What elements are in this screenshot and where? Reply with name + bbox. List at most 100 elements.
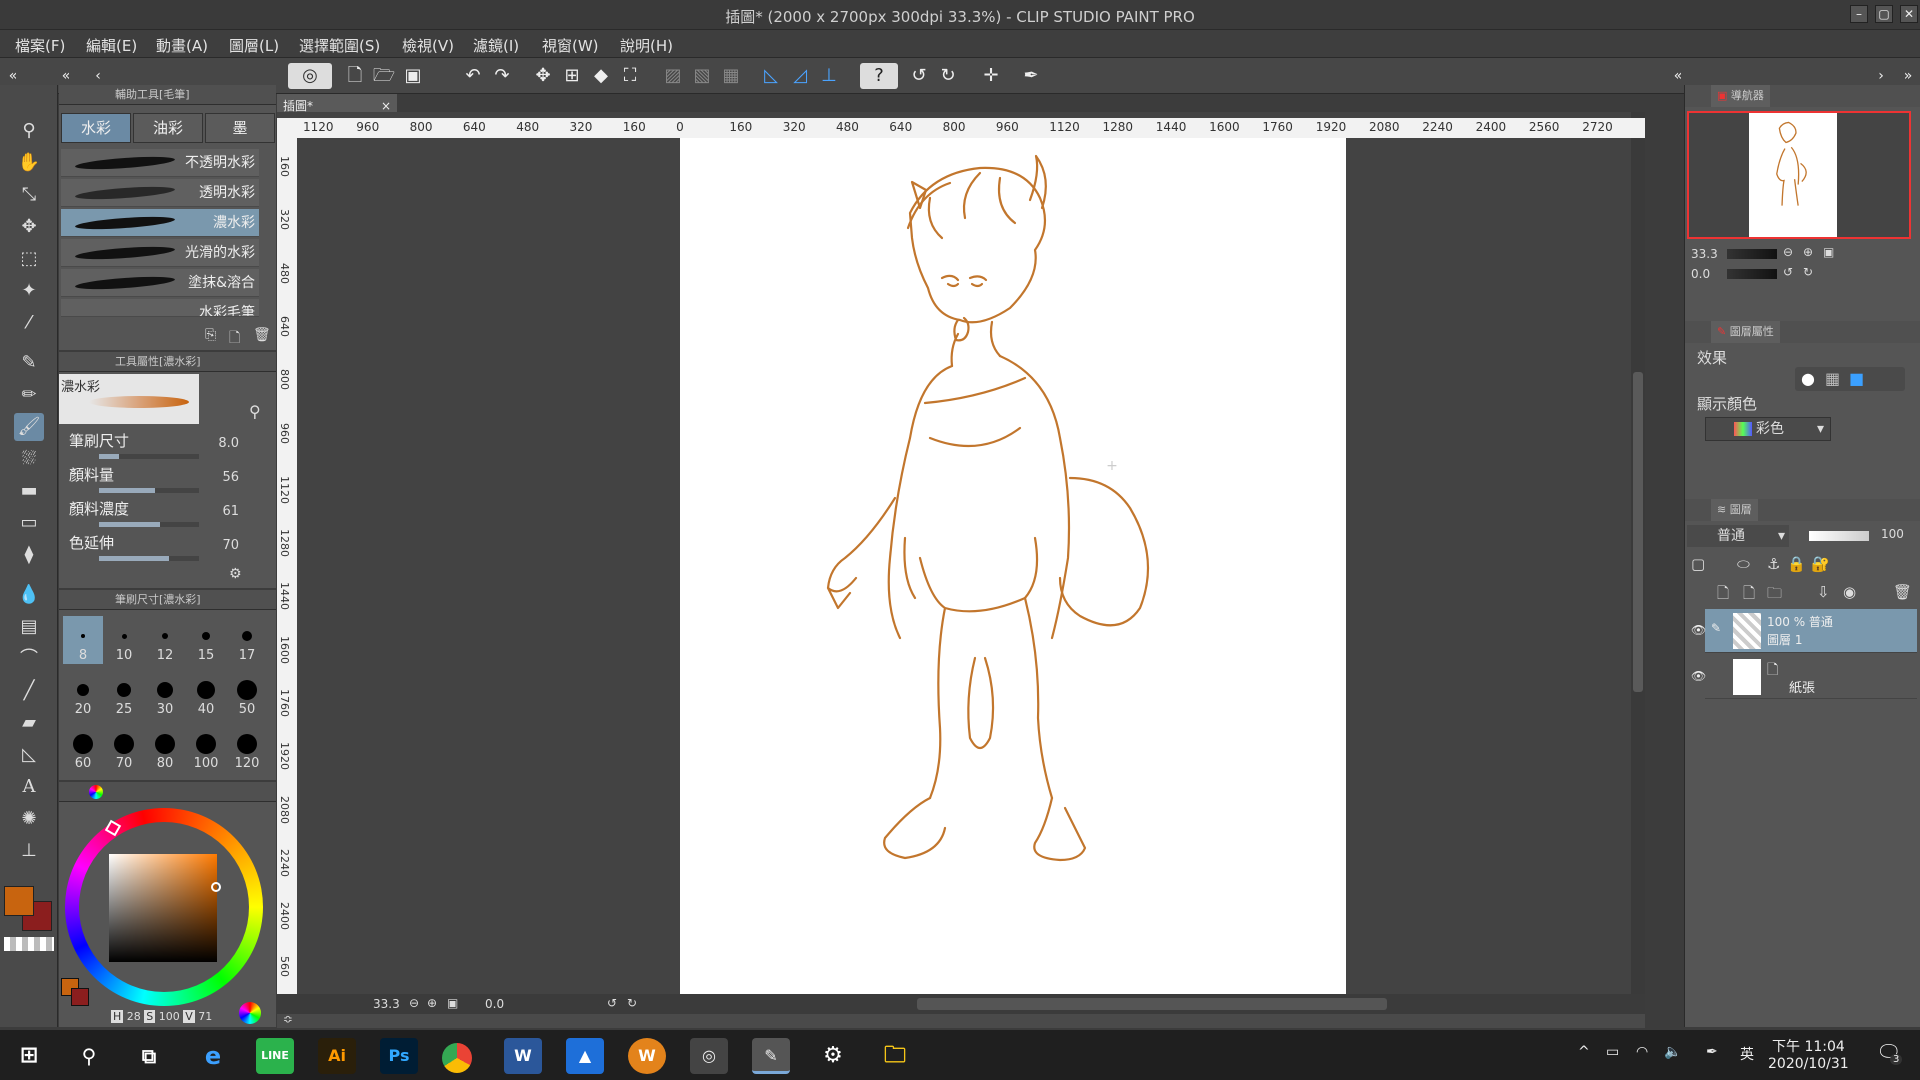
fill-icon[interactable]: ◆ bbox=[588, 63, 614, 89]
color-wheel-tab-icon[interactable] bbox=[89, 785, 103, 799]
expand-icon[interactable]: ≎ bbox=[283, 1012, 293, 1026]
color-picker-handle[interactable] bbox=[211, 882, 221, 892]
layer-color-effect-icon[interactable]: ■ bbox=[1849, 369, 1864, 388]
zoom-out-icon[interactable]: ⊖ bbox=[1783, 245, 1793, 259]
rotate-left-icon[interactable]: ↺ bbox=[1783, 265, 1793, 279]
vertical-scrollbar-thumb[interactable] bbox=[1633, 372, 1643, 692]
gradient-tool-icon[interactable]: ▤ bbox=[14, 613, 44, 641]
pencil-tool-icon[interactable]: ✏ bbox=[14, 381, 44, 409]
brush-size-option[interactable]: 50 bbox=[227, 670, 267, 718]
paint-density-slider[interactable] bbox=[99, 522, 199, 527]
mini-sub-color[interactable] bbox=[71, 988, 89, 1006]
zoom-in-icon[interactable]: ⊕ bbox=[1803, 245, 1813, 259]
clock-date[interactable]: 2020/10/31 bbox=[1768, 1056, 1849, 1072]
minimize-button[interactable]: – bbox=[1850, 5, 1868, 23]
figure-tool-icon[interactable]: ⌒ bbox=[14, 645, 44, 673]
main-color-swatch[interactable] bbox=[4, 886, 34, 916]
magnifier-icon[interactable]: ⚲ bbox=[249, 402, 261, 421]
brush-size-option[interactable]: 12 bbox=[145, 616, 185, 664]
color-stretch-slider[interactable] bbox=[99, 556, 199, 561]
copy-subtool-icon[interactable]: ⎘ bbox=[205, 327, 216, 343]
save-icon[interactable]: ▣ bbox=[400, 63, 426, 89]
menu-animation[interactable]: 動畫(A) bbox=[156, 35, 208, 56]
new-subtool-icon[interactable]: 🗋 bbox=[229, 327, 240, 351]
text-tool-icon[interactable]: A bbox=[14, 773, 44, 801]
paint-amount-row[interactable]: 顏料量 56 bbox=[69, 464, 265, 498]
pen-icon[interactable]: ✒ bbox=[1706, 1044, 1718, 1060]
decoration-tool-icon[interactable]: ▬ bbox=[14, 477, 44, 505]
help-icon[interactable]: ? bbox=[860, 63, 898, 89]
volume-icon[interactable]: 🔈 bbox=[1664, 1044, 1681, 1060]
delete-layer-icon[interactable]: 🗑 bbox=[1893, 583, 1912, 601]
grid-snap-icon[interactable]: ⊥ bbox=[816, 63, 842, 89]
eye-icon[interactable]: 👁 bbox=[1691, 623, 1706, 637]
display-color-select[interactable]: 彩色 ▾ bbox=[1705, 417, 1831, 441]
brush-size-option[interactable]: 20 bbox=[63, 670, 103, 718]
wifi-icon[interactable]: ◠ bbox=[1636, 1044, 1648, 1060]
lock-transparency-icon[interactable]: 🔐 bbox=[1811, 555, 1830, 573]
settings-gear-icon[interactable]: ⚙ bbox=[814, 1038, 852, 1074]
special-ruler-snap-icon[interactable]: ◿ bbox=[787, 63, 813, 89]
layer-color-icon[interactable]: ▢ bbox=[1691, 555, 1705, 573]
line-tool-icon[interactable]: ╱ bbox=[14, 677, 44, 705]
subtool-tab-oil[interactable]: 油彩 bbox=[133, 113, 203, 143]
zoom-in-icon[interactable]: ⊕ bbox=[427, 996, 437, 1010]
fill-tool-icon[interactable]: 💧 bbox=[14, 581, 44, 609]
menu-layer[interactable]: 圖層(L) bbox=[229, 35, 279, 56]
brush-item[interactable]: 透明水彩 bbox=[61, 179, 259, 207]
hand-tool-icon[interactable]: ✋ bbox=[14, 149, 44, 177]
battery-icon[interactable]: ▭ bbox=[1606, 1044, 1619, 1060]
move-tool-icon[interactable]: ✥ bbox=[14, 213, 44, 241]
file-explorer-icon[interactable]: 🗀 bbox=[876, 1038, 914, 1074]
ruler-snap-icon[interactable]: ◺ bbox=[758, 63, 784, 89]
brush-item[interactable]: 不透明水彩 bbox=[61, 149, 259, 177]
new-raster-layer-icon[interactable]: 🗋 bbox=[1717, 583, 1729, 608]
word-icon[interactable]: W bbox=[504, 1038, 542, 1074]
border-effect-icon[interactable]: ● bbox=[1801, 369, 1815, 388]
new-folder-icon[interactable]: 🗀 bbox=[1767, 583, 1782, 608]
windows-start-icon[interactable]: ⊞ bbox=[10, 1038, 48, 1074]
rotate-left-icon[interactable]: ↺ bbox=[607, 996, 617, 1010]
brush-item[interactable]: 光滑的水彩 bbox=[61, 239, 259, 267]
brush-size-option[interactable]: 120 bbox=[227, 724, 267, 772]
operation-tool-icon[interactable]: ⤡ bbox=[14, 181, 44, 209]
brush-size-option[interactable]: 70 bbox=[104, 724, 144, 772]
photoshop-icon[interactable]: Ps bbox=[380, 1038, 418, 1074]
saturation-value-square[interactable] bbox=[109, 854, 217, 962]
menu-filter[interactable]: 濾鏡(I) bbox=[473, 35, 519, 56]
navigator-preview[interactable] bbox=[1687, 111, 1911, 239]
blend-mode-select[interactable]: 普通 ▾ bbox=[1687, 525, 1789, 547]
lock-icon[interactable]: 🔒 bbox=[1787, 555, 1806, 573]
eraser-tool-icon[interactable]: ▭ bbox=[14, 509, 44, 537]
settings-icon[interactable]: ⚙ bbox=[229, 566, 242, 582]
tray-expand-icon[interactable]: ^ bbox=[1578, 1044, 1590, 1060]
move-layer-icon[interactable]: ✛ bbox=[978, 63, 1004, 89]
brush-size-option[interactable]: 80 bbox=[145, 724, 185, 772]
clip-studio-icon[interactable]: ◎ bbox=[690, 1038, 728, 1074]
auto-select-tool-icon[interactable]: ✦ bbox=[14, 277, 44, 305]
brush-size-option[interactable]: 30 bbox=[145, 670, 185, 718]
brush-item[interactable]: 水彩毛筆 bbox=[61, 299, 259, 317]
frame-tool-icon[interactable]: ▰ bbox=[14, 709, 44, 737]
chrome-icon[interactable] bbox=[442, 1043, 472, 1073]
canvas-area[interactable]: + bbox=[277, 112, 1645, 994]
navigator-angle-slider[interactable] bbox=[1727, 269, 1777, 279]
clock-time[interactable]: 下午 11:04 bbox=[1772, 1036, 1845, 1056]
actual-size-icon[interactable]: ▣ bbox=[1823, 245, 1834, 259]
vertical-scrollbar[interactable] bbox=[1631, 112, 1645, 994]
zoom-out-icon[interactable]: ⊖ bbox=[409, 996, 419, 1010]
close-button[interactable]: ✕ bbox=[1900, 5, 1918, 23]
rotate-left-icon[interactable]: ↺ bbox=[906, 63, 932, 89]
eye-icon[interactable]: 👁 bbox=[1691, 669, 1706, 683]
menu-file[interactable]: 檔案(F) bbox=[15, 35, 65, 56]
clear-icon[interactable]: ▧ bbox=[689, 63, 715, 89]
subtool-tab-ink[interactable]: 墨 bbox=[205, 113, 275, 143]
layer-mask-icon[interactable]: ◉ bbox=[1843, 583, 1856, 601]
ime-indicator[interactable]: 英 bbox=[1740, 1044, 1754, 1064]
menu-window[interactable]: 視窗(W) bbox=[542, 35, 599, 56]
grid-icon[interactable]: ▦ bbox=[718, 63, 744, 89]
color-stretch-row[interactable]: 色延伸 70 bbox=[69, 532, 265, 566]
merge-down-icon[interactable]: ⇩ bbox=[1817, 583, 1830, 601]
wacom-icon[interactable]: W bbox=[628, 1038, 666, 1074]
layer-row[interactable]: 👁 ✎ 100 % 普通 圖層 1 bbox=[1691, 609, 1917, 653]
